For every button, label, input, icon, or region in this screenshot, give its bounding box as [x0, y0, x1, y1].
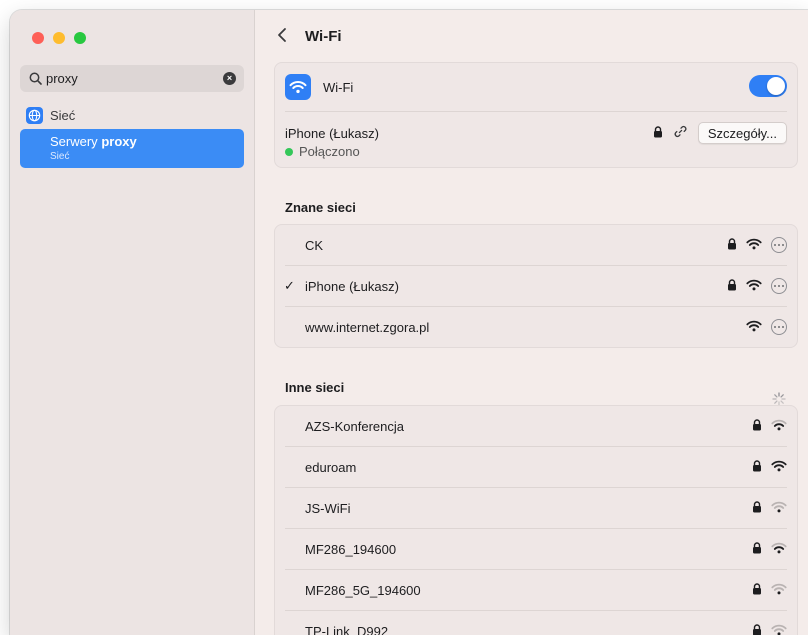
other-network-row[interactable]: AZS-Konferencja	[275, 406, 797, 446]
network-name: TP-Link_D992	[305, 623, 389, 635]
network-name: MF286_194600	[305, 541, 397, 557]
search-field[interactable]: ×	[20, 65, 244, 92]
wifi-toggle-label: Wi-Fi	[323, 79, 354, 95]
network-icons	[752, 623, 787, 635]
toolbar: Wi-Fi	[255, 10, 808, 62]
back-chevron-icon[interactable]	[277, 27, 291, 46]
details-button[interactable]: Szczegóły...	[697, 122, 787, 144]
network-name: www.internet.zgora.pl	[305, 319, 430, 335]
network-icons	[752, 500, 787, 516]
other-network-row[interactable]: MF286_194600	[275, 529, 797, 569]
network-icons	[752, 459, 787, 475]
other-network-row[interactable]: TP-Link_D992	[275, 611, 797, 635]
sidebar: × Sieć Serwery proxy Sieć	[10, 10, 255, 635]
sidebar-section-label: Sieć	[50, 108, 76, 123]
network-icons	[727, 237, 787, 253]
other-network-row[interactable]: eduroam	[275, 447, 797, 487]
clear-search-icon[interactable]: ×	[223, 72, 236, 85]
more-options-icon[interactable]	[771, 237, 787, 253]
close-window-button[interactable]	[32, 32, 44, 44]
lock-icon	[727, 237, 737, 253]
lock-icon	[727, 278, 737, 294]
divider	[285, 111, 787, 112]
wifi-signal-icon	[771, 624, 787, 635]
connection-status: Połączono	[285, 144, 360, 159]
sidebar-item-title: Serwery proxy	[50, 134, 137, 149]
lock-icon	[653, 125, 663, 141]
network-name: CK	[305, 237, 324, 253]
network-icons	[752, 582, 787, 598]
network-icons	[752, 418, 787, 434]
sidebar-item-label: Serwery	[50, 134, 98, 149]
link-icon	[673, 124, 688, 142]
sidebar-item-proxy-servers[interactable]: Serwery proxy Sieć	[20, 129, 244, 168]
current-network-icons: Szczegóły...	[653, 122, 787, 144]
page-title: Wi-Fi	[305, 27, 342, 45]
known-network-row[interactable]: www.internet.zgora.pl	[275, 307, 797, 347]
wifi-signal-icon	[771, 542, 787, 557]
wifi-signal-icon	[771, 583, 787, 598]
more-options-icon[interactable]	[771, 278, 787, 294]
connection-status-text: Połączono	[299, 144, 360, 159]
known-network-row[interactable]: CK	[275, 225, 797, 265]
connected-status-dot	[285, 147, 293, 156]
network-name: JS-WiFi	[305, 500, 351, 516]
lock-icon	[752, 541, 762, 557]
settings-window: × Sieć Serwery proxy Sieć Wi-Fi Wi-F	[10, 10, 808, 635]
known-network-row[interactable]: ✓ iPhone (Łukasz)	[275, 266, 797, 306]
more-options-icon[interactable]	[771, 319, 787, 335]
network-name: MF286_5G_194600	[305, 582, 421, 598]
other-networks-title: Inne sieci	[285, 380, 345, 395]
other-network-row[interactable]: MF286_5G_194600	[275, 570, 797, 610]
wifi-card: Wi-Fi iPhone (Łukasz) Połączono Szczegół…	[274, 62, 798, 168]
search-match-highlight: proxy	[101, 134, 137, 149]
network-name: AZS-Konferencja	[305, 418, 404, 434]
known-networks-list: CK ✓ iPhone (Łukasz) www.internet.zgora.pl	[274, 224, 798, 348]
lock-icon	[752, 582, 762, 598]
known-networks-title: Znane sieci	[285, 200, 356, 215]
wifi-signal-icon	[771, 419, 787, 434]
minimize-window-button[interactable]	[53, 32, 65, 44]
wifi-signal-icon	[746, 238, 762, 253]
wifi-toggle-switch[interactable]	[749, 75, 787, 97]
search-icon	[24, 72, 46, 85]
main-pane: Wi-Fi Wi-Fi iPhone (Łukasz) Połączono Sz…	[255, 10, 808, 635]
lock-icon	[752, 500, 762, 516]
network-icons	[727, 278, 787, 294]
wifi-signal-icon	[771, 460, 787, 475]
wifi-signal-icon	[771, 501, 787, 516]
wifi-signal-icon	[746, 279, 762, 294]
wifi-toggle-row: Wi-Fi	[275, 63, 797, 111]
current-network-name: iPhone (Łukasz)	[285, 126, 379, 141]
checkmark-icon: ✓	[284, 278, 295, 293]
other-networks-list: AZS-Konferencja eduroam JS-WiFi MF286_19460…	[274, 405, 798, 635]
sidebar-section-network[interactable]: Sieć	[26, 107, 75, 124]
network-icons	[752, 541, 787, 557]
other-network-row[interactable]: JS-WiFi	[275, 488, 797, 528]
lock-icon	[752, 623, 762, 635]
zoom-window-button[interactable]	[74, 32, 86, 44]
wifi-app-icon	[285, 74, 311, 100]
lock-icon	[752, 459, 762, 475]
network-icons	[746, 319, 787, 335]
toggle-knob	[767, 77, 785, 95]
window-controls	[32, 32, 86, 44]
network-name: eduroam	[305, 459, 357, 475]
globe-icon	[26, 107, 43, 124]
search-input[interactable]	[46, 71, 223, 86]
wifi-signal-icon	[746, 320, 762, 335]
network-name: iPhone (Łukasz)	[305, 278, 399, 294]
lock-icon	[752, 418, 762, 434]
sidebar-item-sublabel: Sieć	[50, 151, 70, 162]
